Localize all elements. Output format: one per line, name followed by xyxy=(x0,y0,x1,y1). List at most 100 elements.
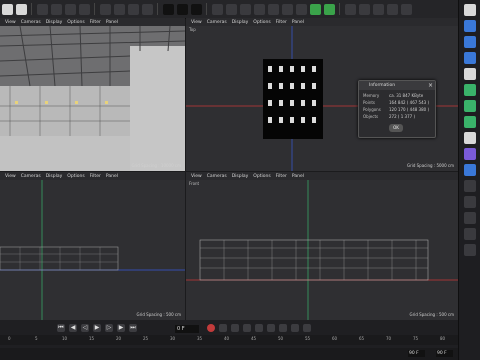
render-picture-viewer-icon[interactable] xyxy=(176,3,188,15)
record-icon[interactable] xyxy=(207,324,215,332)
timeline-window-icon[interactable] xyxy=(303,324,311,332)
light-icon[interactable] xyxy=(323,3,335,15)
play-icon[interactable]: ▶ xyxy=(93,324,101,332)
sky-icon[interactable] xyxy=(464,228,476,240)
grid-spacing-label: Grid Spacing : 500 cm xyxy=(136,312,181,317)
menu-view[interactable]: View xyxy=(5,20,16,25)
object-manager-icon[interactable] xyxy=(464,4,476,16)
camera-palette-icon[interactable] xyxy=(464,196,476,208)
cube-palette-icon[interactable] xyxy=(464,20,476,32)
menu-panel[interactable]: Panel xyxy=(106,20,118,25)
tags-icon[interactable] xyxy=(464,180,476,192)
menu-display[interactable]: Display xyxy=(232,20,249,25)
timeline-ruler[interactable]: 0 5 10 15 20 25 30 35 40 45 50 55 60 65 … xyxy=(0,335,458,345)
light-palette-icon[interactable] xyxy=(464,132,476,144)
render-view-icon[interactable] xyxy=(162,3,174,15)
menu-panel[interactable]: Panel xyxy=(292,20,304,25)
menu-display[interactable]: Display xyxy=(46,20,63,25)
z-axis-lock-icon[interactable] xyxy=(127,3,139,15)
undo-icon[interactable] xyxy=(1,3,13,15)
info-value: ca. 31 847 KByte xyxy=(389,93,424,98)
floor-icon[interactable] xyxy=(295,3,307,15)
previous-frame-icon[interactable]: ◁ xyxy=(81,324,89,332)
warehouse-render xyxy=(0,26,185,171)
floor-palette-icon[interactable] xyxy=(464,212,476,224)
generator-palette-icon[interactable] xyxy=(464,52,476,64)
scale-key-icon[interactable] xyxy=(255,324,263,332)
menu-view[interactable]: View xyxy=(5,174,16,179)
menu-filter[interactable]: Filter xyxy=(90,20,101,25)
deformer-icon[interactable] xyxy=(281,3,293,15)
subdivision-icon[interactable] xyxy=(239,3,251,15)
pen-icon[interactable] xyxy=(225,3,237,15)
spline-palette-icon[interactable] xyxy=(464,36,476,48)
points-mode-icon[interactable] xyxy=(358,3,370,15)
record-controls xyxy=(205,323,313,333)
menu-cameras[interactable]: Cameras xyxy=(21,174,41,179)
parameter-key-icon[interactable] xyxy=(279,324,287,332)
start-frame-field[interactable]: 90 F xyxy=(408,350,425,357)
environment-icon[interactable] xyxy=(464,244,476,256)
autokey-icon[interactable] xyxy=(219,324,227,332)
position-key-icon[interactable] xyxy=(243,324,251,332)
cloner-icon[interactable] xyxy=(464,116,476,128)
make-editable-icon[interactable] xyxy=(344,3,356,15)
menu-panel[interactable]: Panel xyxy=(292,174,304,179)
menu-display[interactable]: Display xyxy=(46,174,63,179)
select-tool-icon[interactable] xyxy=(78,3,90,15)
menu-view[interactable]: View xyxy=(191,20,202,25)
right-viewport[interactable]: View Cameras Display Options Filter Pane… xyxy=(0,172,185,320)
y-axis-lock-icon[interactable] xyxy=(113,3,125,15)
menu-options[interactable]: Options xyxy=(67,174,84,179)
perspective-viewport[interactable]: View Cameras Display Options Filter Pane… xyxy=(0,18,185,171)
cube-icon[interactable] xyxy=(211,3,223,15)
effector-icon[interactable] xyxy=(464,100,476,112)
menu-cameras[interactable]: Cameras xyxy=(21,20,41,25)
menu-cameras[interactable]: Cameras xyxy=(207,20,227,25)
render-settings-icon[interactable] xyxy=(190,3,202,15)
scene-palette-icon[interactable] xyxy=(464,164,476,176)
previous-key-icon[interactable]: ◀ xyxy=(69,324,77,332)
x-axis-lock-icon[interactable] xyxy=(99,3,111,15)
go-to-start-icon[interactable]: ⏮ xyxy=(57,324,65,332)
redo-icon[interactable] xyxy=(15,3,27,15)
menu-filter[interactable]: Filter xyxy=(276,20,287,25)
rotate-tool-icon[interactable] xyxy=(64,3,76,15)
current-frame-field[interactable]: 0 F xyxy=(175,325,199,333)
move-tool-icon[interactable] xyxy=(36,3,48,15)
menu-panel[interactable]: Panel xyxy=(106,174,118,179)
text-icon[interactable] xyxy=(464,68,476,80)
menu-options[interactable]: Options xyxy=(67,20,84,25)
boole-icon[interactable] xyxy=(267,3,279,15)
rotation-key-icon[interactable] xyxy=(267,324,275,332)
info-row-memory: Memory ca. 31 847 KByte xyxy=(359,92,435,99)
menu-filter[interactable]: Filter xyxy=(90,174,101,179)
array-icon[interactable] xyxy=(253,3,265,15)
close-icon[interactable]: × xyxy=(428,81,433,90)
menu-options[interactable]: Options xyxy=(253,20,270,25)
menu-display[interactable]: Display xyxy=(232,174,249,179)
menu-filter[interactable]: Filter xyxy=(276,174,287,179)
front-viewport[interactable]: View Cameras Display Options Filter Pane… xyxy=(186,172,458,320)
next-key-icon[interactable]: ▶ xyxy=(117,324,125,332)
edges-mode-icon[interactable] xyxy=(372,3,384,15)
menu-cameras[interactable]: Cameras xyxy=(207,174,227,179)
camera-icon[interactable] xyxy=(309,3,321,15)
end-frame-field[interactable]: 90 F xyxy=(436,350,453,357)
polygons-mode-icon[interactable] xyxy=(386,3,398,15)
ok-button[interactable]: OK xyxy=(389,124,403,132)
ruler-tick: 15 xyxy=(89,336,95,341)
scale-tool-icon[interactable] xyxy=(50,3,62,15)
mograph-icon[interactable] xyxy=(464,84,476,96)
next-frame-icon[interactable]: ▷ xyxy=(105,324,113,332)
deformer-palette-icon[interactable] xyxy=(464,148,476,160)
pla-key-icon[interactable] xyxy=(291,324,299,332)
ruler-tick: 65 xyxy=(359,336,365,341)
keyframe-selection-icon[interactable] xyxy=(231,324,239,332)
menu-options[interactable]: Options xyxy=(253,174,270,179)
go-to-end-icon[interactable]: ⏭ xyxy=(129,324,137,332)
menu-view[interactable]: View xyxy=(191,174,202,179)
snapping-icon[interactable] xyxy=(400,3,412,15)
toolbar-separator xyxy=(339,3,340,15)
coordinate-system-icon[interactable] xyxy=(141,3,153,15)
